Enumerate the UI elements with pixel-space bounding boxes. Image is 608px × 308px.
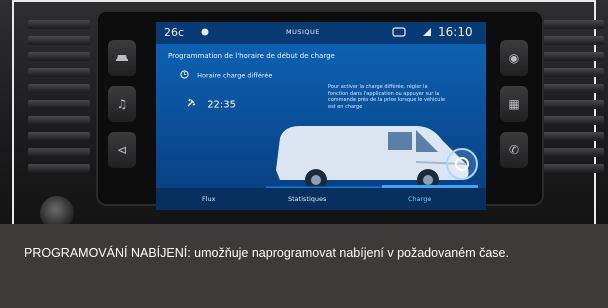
tab-flux[interactable]: Flux xyxy=(202,195,216,203)
air-vent-left xyxy=(28,20,90,180)
caption: PROGRAMOVÁNÍ NABÍJENÍ: umožňuje naprogra… xyxy=(24,244,584,263)
tab-statistiques[interactable]: Statistiques xyxy=(288,195,326,203)
caption-heading: PROGRAMOVÁNÍ NABÍJENÍ xyxy=(24,246,188,260)
phone-signal-icon xyxy=(422,27,434,37)
apps-grid-icon: ▦ xyxy=(508,97,520,111)
clock: 16:10 xyxy=(438,25,473,39)
deferred-charge-row[interactable]: Horaire charge différée xyxy=(180,70,272,81)
volume-knob[interactable] xyxy=(40,196,74,224)
deferred-time-row[interactable]: 22:35 xyxy=(186,98,236,111)
frame-line-left xyxy=(12,0,14,224)
hw-apps-button[interactable]: ▦ xyxy=(500,86,528,122)
connectivity-icon xyxy=(392,27,406,37)
infotainment-screen: 26c MUSIQUE 16:10 Programmation de l'hor… xyxy=(156,22,486,210)
hw-media-button[interactable]: ♫ xyxy=(108,86,136,122)
settings-circle-icon: ◉ xyxy=(508,51,520,65)
charge-gauge-icon[interactable] xyxy=(446,148,478,180)
car-icon xyxy=(115,51,129,65)
page-title: Programmation de l'horaire de début de c… xyxy=(168,52,335,60)
hw-settings-button[interactable]: ◉ xyxy=(500,40,528,76)
hw-phone-button[interactable]: ✆ xyxy=(500,132,528,168)
frame-line-top xyxy=(12,0,596,2)
hw-nav-button[interactable]: ⊲ xyxy=(108,132,136,168)
fan-icon xyxy=(200,27,212,37)
dashboard-photo: ♫ ⊲ ◉ ▦ ✆ 26c MUSIQUE 16:10 Programmatio… xyxy=(0,0,608,224)
temperature-readout: 26c xyxy=(164,26,185,39)
help-text: Pour activer la charge différée, régler … xyxy=(328,84,445,110)
plug-icon xyxy=(186,98,196,111)
air-vent-right xyxy=(542,20,604,180)
deferred-charge-label: Horaire charge différée xyxy=(197,71,273,80)
status-bar: 26c MUSIQUE 16:10 xyxy=(156,22,486,44)
caption-text: : umožňuje naprogramovat nabíjení v poža… xyxy=(187,246,509,260)
tab-charge[interactable]: Charge xyxy=(408,195,431,203)
navigation-arrow-icon: ⊲ xyxy=(116,143,128,157)
music-note-icon: ♫ xyxy=(116,97,128,111)
phone-icon: ✆ xyxy=(508,143,520,157)
tab-bar: Flux Statistiques Charge xyxy=(156,188,486,210)
deferred-time-value: 22:35 xyxy=(207,99,237,111)
hw-car-button[interactable] xyxy=(108,40,136,76)
clock-icon xyxy=(180,70,189,81)
audio-source-label[interactable]: MUSIQUE xyxy=(286,28,320,36)
